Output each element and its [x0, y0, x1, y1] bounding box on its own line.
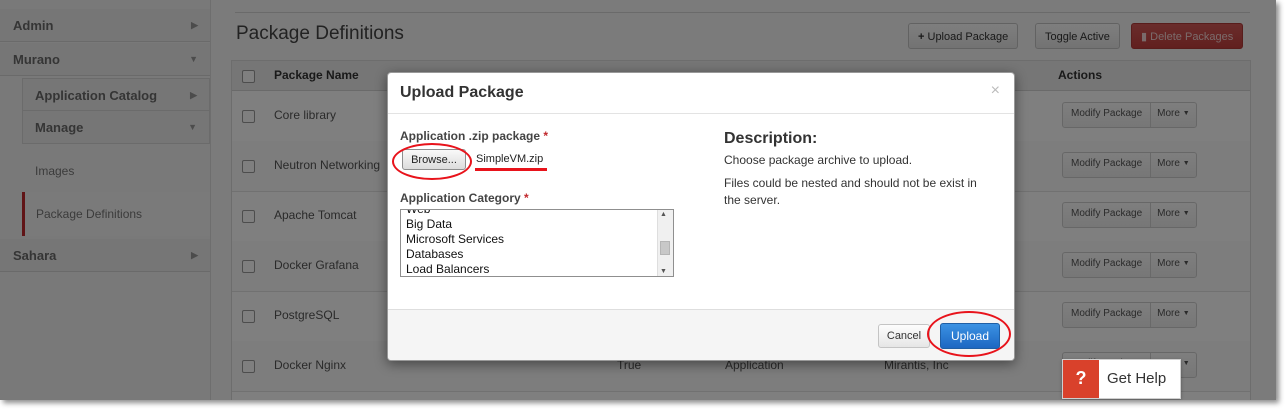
upload-button[interactable]: Upload	[940, 323, 1000, 349]
category-option[interactable]: Databases	[406, 247, 504, 262]
modal-title: Upload Package	[400, 84, 524, 101]
description-line-1: Choose package archive to upload.	[724, 153, 913, 167]
cancel-button[interactable]: Cancel	[878, 324, 930, 348]
get-help-label: Get Help	[1107, 370, 1167, 387]
zip-package-label-text: Application .zip package	[400, 129, 541, 143]
description-title: Description:	[724, 130, 818, 147]
category-label: Application Category *	[400, 191, 529, 205]
category-option[interactable]: Microsoft Services	[406, 232, 504, 247]
category-option[interactable]: Web	[406, 210, 504, 217]
modal-footer: Cancel Upload	[388, 309, 1014, 360]
category-select[interactable]: Web Big Data Microsoft Services Database…	[400, 209, 674, 277]
category-scrollbar[interactable]: ▲ ▼	[657, 210, 673, 276]
selected-file-name: SimpleVM.zip	[476, 153, 544, 165]
category-options: Web Big Data Microsoft Services Database…	[406, 210, 504, 276]
close-icon[interactable]: ×	[991, 82, 1000, 100]
zip-package-label: Application .zip package *	[400, 129, 548, 143]
upload-package-modal: Upload Package × Application .zip packag…	[387, 72, 1015, 361]
scroll-thumb[interactable]	[660, 241, 670, 255]
category-label-text: Application Category	[400, 191, 521, 205]
category-option[interactable]: Big Data	[406, 217, 504, 232]
browse-button[interactable]: Browse...	[402, 149, 466, 170]
scroll-up-icon[interactable]: ▲	[660, 211, 667, 218]
modal-header: Upload Package ×	[388, 73, 1014, 114]
description-line-2: Files could be nested and should not be …	[724, 176, 977, 207]
browser-frame: Admin ▶ Murano ▼ Application Catalog ▶ M…	[0, 0, 1276, 400]
required-mark: *	[543, 129, 549, 143]
get-help-button[interactable]: ? Get Help	[1062, 359, 1181, 399]
category-option[interactable]: Load Balancers	[406, 262, 504, 276]
question-icon: ?	[1063, 360, 1099, 398]
scroll-down-icon[interactable]: ▼	[660, 268, 667, 275]
required-mark: *	[524, 191, 529, 205]
